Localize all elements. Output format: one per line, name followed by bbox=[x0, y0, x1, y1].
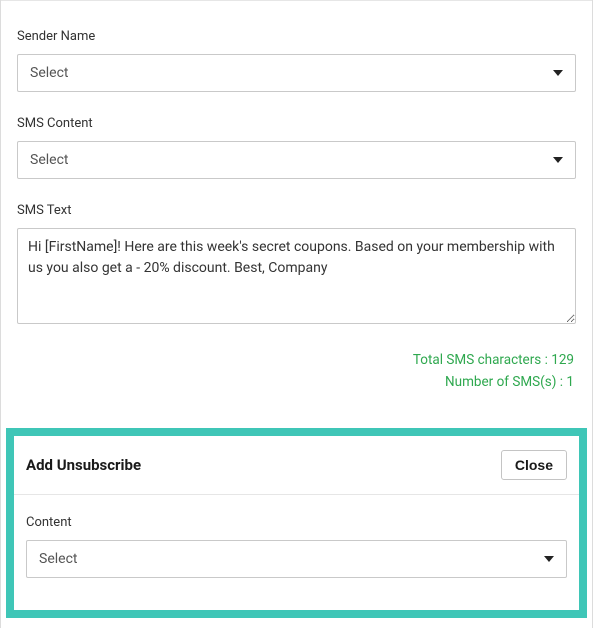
sender-name-label: Sender Name bbox=[17, 29, 576, 44]
sender-name-field: Sender Name Select bbox=[17, 29, 576, 92]
number-sms-value: 1 bbox=[566, 374, 574, 390]
panel-title: Add Unsubscribe bbox=[26, 456, 141, 474]
total-characters-value: 129 bbox=[551, 352, 574, 368]
unsubscribe-content-label: Content bbox=[26, 515, 567, 530]
total-characters-line: Total SMS characters : 129 bbox=[17, 350, 574, 372]
sender-name-select[interactable]: Select bbox=[17, 54, 576, 92]
sms-content-field: SMS Content Select bbox=[17, 116, 576, 179]
panel-header: Add Unsubscribe Close bbox=[14, 436, 579, 495]
main-form: Sender Name Select SMS Content Select SM… bbox=[1, 0, 592, 393]
sms-text-label: SMS Text bbox=[17, 203, 576, 218]
sms-content-select[interactable]: Select bbox=[17, 141, 576, 179]
number-sms-label: Number of SMS(s) : bbox=[445, 374, 563, 390]
caret-down-icon bbox=[553, 70, 563, 76]
close-button[interactable]: Close bbox=[501, 450, 567, 480]
unsubscribe-content-select[interactable]: Select bbox=[26, 540, 567, 578]
number-sms-line: Number of SMS(s) : 1 bbox=[17, 372, 574, 394]
sms-stats: Total SMS characters : 129 Number of SMS… bbox=[17, 350, 576, 393]
unsubscribe-content-selected-text: Select bbox=[39, 551, 77, 567]
sender-name-selected-text: Select bbox=[30, 65, 68, 81]
sms-content-selected-text: Select bbox=[30, 152, 68, 168]
caret-down-icon bbox=[544, 556, 554, 562]
panel-body: Content Select bbox=[14, 495, 579, 610]
sms-content-label: SMS Content bbox=[17, 116, 576, 131]
add-unsubscribe-panel: Add Unsubscribe Close Content Select bbox=[6, 428, 587, 618]
sms-text-textarea[interactable] bbox=[17, 228, 576, 324]
caret-down-icon bbox=[553, 157, 563, 163]
sms-text-field: SMS Text bbox=[17, 203, 576, 328]
total-characters-label: Total SMS characters : bbox=[413, 352, 548, 368]
form-container: Sender Name Select SMS Content Select SM… bbox=[0, 0, 593, 628]
